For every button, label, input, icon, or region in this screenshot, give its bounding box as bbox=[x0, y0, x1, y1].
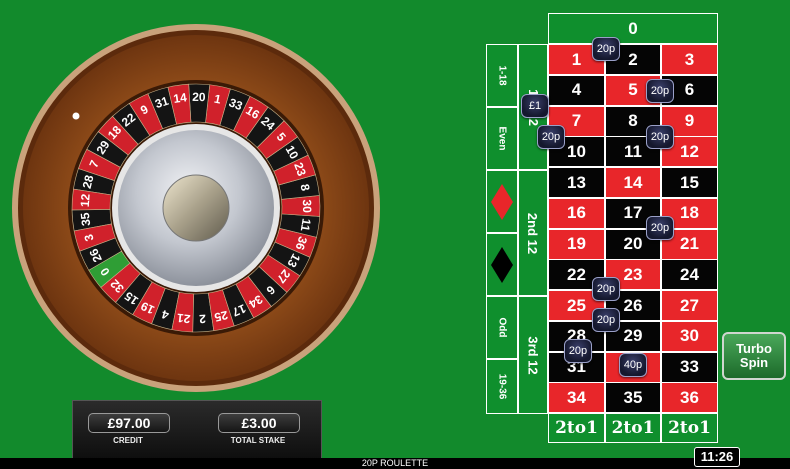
dozen-second-label: 2nd 12 bbox=[525, 212, 541, 254]
wheel-pocket-number: 35 bbox=[78, 212, 93, 227]
clock: 11:26 bbox=[694, 447, 740, 467]
total-stake-label: TOTAL STAKE bbox=[230, 436, 286, 445]
chip[interactable]: 20p bbox=[646, 125, 674, 149]
bet-odd[interactable]: Odd bbox=[486, 296, 518, 359]
bet-column-2[interactable]: 2to1 bbox=[605, 413, 661, 443]
bet-number-cell[interactable]: 16 bbox=[548, 197, 605, 229]
bet-column-1[interactable]: 2to1 bbox=[548, 413, 605, 443]
bet-number-cell[interactable]: 33 bbox=[661, 351, 718, 383]
bet-number-cell[interactable]: 27 bbox=[661, 290, 718, 321]
bet-number-cell[interactable]: 34 bbox=[548, 382, 605, 414]
wheel-pocket-number: 30 bbox=[300, 199, 314, 213]
bet-number-cell[interactable]: 30 bbox=[661, 320, 718, 352]
bet-low-label: 1-18 bbox=[496, 65, 508, 86]
wheel-pocket-number: 12 bbox=[78, 193, 93, 208]
wheel-hub bbox=[162, 174, 230, 242]
total-stake-value: £3.00 bbox=[218, 413, 300, 433]
bet-number-cell[interactable]: 24 bbox=[661, 259, 718, 291]
bet-number-cell[interactable]: 14 bbox=[605, 167, 661, 198]
chip[interactable]: 20p bbox=[564, 339, 592, 363]
bet-even[interactable]: Even bbox=[486, 107, 518, 170]
wheel-pocket-number: 11 bbox=[298, 218, 314, 233]
chip[interactable]: 20p bbox=[592, 277, 620, 301]
bet-number-cell[interactable]: 19 bbox=[548, 228, 605, 260]
chip[interactable]: 20p bbox=[592, 308, 620, 332]
bet-high-19-36[interactable]: 19-36 bbox=[486, 359, 518, 414]
bet-number-cell[interactable]: 36 bbox=[661, 382, 718, 414]
game-title: 20P ROULETTE bbox=[361, 458, 429, 468]
betting-board: 0 1-18 Even Odd 19-36 1st 12 2nd 12 3rd … bbox=[484, 13, 718, 443]
bet-dozen-third[interactable]: 3rd 12 bbox=[518, 296, 548, 414]
bet-number-cell[interactable]: 15 bbox=[661, 167, 718, 198]
wheel-pocket-number: 20 bbox=[192, 90, 206, 104]
roulette-wheel: 0 32 15 19 4 21 2 25 17 34 6 27 13 36 11 30 8 23 10 5 24 16 33… bbox=[10, 22, 382, 394]
bet-number-cell[interactable]: 4 bbox=[548, 74, 605, 106]
dozen-third-label: 3rd 12 bbox=[525, 335, 541, 375]
wheel-pocket-number: 2 bbox=[198, 312, 206, 326]
footer-bar: 20P ROULETTE bbox=[0, 458, 790, 469]
bet-high-label: 19-36 bbox=[496, 373, 508, 400]
wheel-pocket-number: 14 bbox=[172, 90, 188, 106]
chip[interactable]: 20p bbox=[646, 216, 674, 240]
turbo-spin-button[interactable]: Turbo Spin bbox=[722, 332, 786, 380]
chip[interactable]: 20p bbox=[646, 79, 674, 103]
bet-dozen-second[interactable]: 2nd 12 bbox=[518, 170, 548, 296]
credit-label: CREDIT bbox=[113, 436, 143, 445]
black-diamond-icon bbox=[491, 246, 513, 283]
roulette-ball bbox=[72, 112, 80, 120]
bet-black[interactable] bbox=[486, 233, 518, 296]
credit-value: £97.00 bbox=[88, 413, 170, 433]
bet-zero[interactable]: 0 bbox=[548, 13, 718, 44]
chip[interactable]: 20p bbox=[592, 37, 620, 61]
bet-even-label: Even bbox=[496, 126, 508, 151]
roulette-wheel-svg: 0321519 4 21 2 25 173462713361130823105241633… bbox=[12, 24, 380, 392]
bet-low-1-18[interactable]: 1-18 bbox=[486, 44, 518, 107]
chip[interactable]: 20p bbox=[537, 125, 565, 149]
bet-odd-label: Odd bbox=[496, 317, 508, 338]
chip[interactable]: 40p bbox=[619, 353, 647, 377]
stats-panel: £97.00 CREDIT £3.00 TOTAL STAKE bbox=[72, 400, 322, 459]
bet-number-cell[interactable]: 13 bbox=[548, 167, 605, 198]
wheel-pocket-number: 21 bbox=[176, 311, 191, 326]
red-diamond-icon bbox=[491, 183, 513, 220]
bet-column-3[interactable]: 2to1 bbox=[661, 413, 718, 443]
bet-red[interactable] bbox=[486, 170, 518, 233]
chip[interactable]: £1 bbox=[521, 94, 549, 118]
bet-number-cell[interactable]: 35 bbox=[605, 382, 661, 414]
bet-number-cell[interactable]: 3 bbox=[661, 44, 718, 75]
